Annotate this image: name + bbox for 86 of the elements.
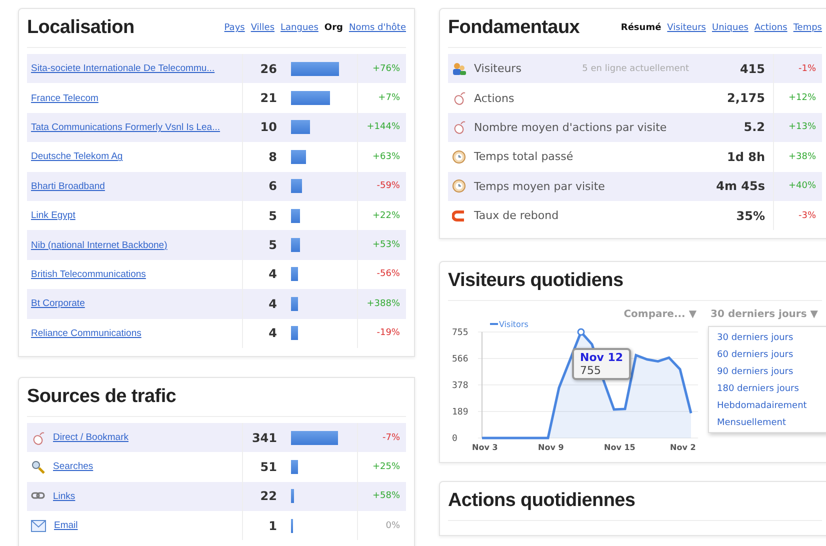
menu-item[interactable]: 30 derniers jours [717,333,826,344]
card-title: Visiteurs quotidiens [448,270,624,292]
source-link[interactable]: Searches [53,461,242,472]
organization-link[interactable]: France Telecom [31,92,242,104]
legend-label: Visitors [499,320,528,330]
tab[interactable]: Villes [250,23,275,33]
tab[interactable]: Actions [754,23,788,33]
change-percent: +22% [371,210,401,221]
axis-label: 0 [452,434,458,444]
clock-icon [452,150,466,164]
organization-link[interactable]: Reliance Communications [31,328,242,339]
metric-label: Nombre moyen d'actions par visite [474,120,668,134]
menu-item[interactable]: Mensuellement [717,418,826,428]
tab[interactable]: Visiteurs [667,23,706,33]
organization-link[interactable]: Sita-societe Internationale De Telecommu... [31,63,242,74]
axis-label: 755 [452,328,468,338]
metric-label: Taux de rebond [474,209,560,222]
source-link[interactable]: Email [54,520,242,532]
search-icon [31,460,45,474]
change-percent: 0% [384,520,401,531]
card-title: Actions quotidiennes [448,490,636,512]
period-dropdown[interactable]: 30 derniers jours ▼ [710,309,818,320]
tab[interactable]: Noms d'hôte [348,23,406,33]
metric-value: 35% [705,200,774,230]
online-note: 5 en ligne actuellement [582,64,689,74]
tab[interactable]: Temps [793,23,822,33]
source-link[interactable]: Direct / Bookmark [53,432,242,444]
metric-label: Temps total passé [474,150,574,164]
visit-count: 4 [242,318,285,348]
metric-label: Visiteurs [474,62,522,76]
change-percent: -19% [376,328,401,338]
tab[interactable]: Pays [224,23,245,33]
axis-label: Nov 9 [538,443,564,452]
metric-label: Actions [474,92,516,105]
data-point [577,328,585,336]
change-percent: -7% [381,432,401,443]
organization-link[interactable]: Nib (national Internet Backbone) [31,240,242,251]
metric-label: Temps moyen par visite [474,180,606,193]
menu-item[interactable]: 180 derniers jours [717,384,826,394]
axis-label: 566 [452,354,468,365]
axis-label: Nov 3 [472,443,498,452]
change-percent: +38% [787,152,817,162]
change-percent: +63% [371,152,401,162]
change-percent: +388% [366,298,401,309]
organization-link[interactable]: Bharti Broadband [31,180,242,192]
tooltip-date: Nov 12 [580,351,624,364]
change-percent: -59% [376,181,401,192]
organization-link[interactable]: Link Egypt [31,210,242,222]
tab[interactable]: Uniques [712,23,748,33]
people-icon [452,62,466,76]
card-title: Sources de trafic [27,386,176,408]
source-link[interactable]: Links [53,490,242,502]
clock-icon [452,179,466,194]
axis-label: 378 [452,381,468,392]
tab[interactable]: Résumé [620,23,662,33]
menu-item[interactable]: 90 derniers jours [717,367,826,378]
change-percent: +144% [366,122,401,132]
change-percent: +7% [377,93,401,104]
organization-link[interactable]: Tata Communications Formerly Vsnl Is Lea... [31,122,242,133]
axis-label: Nov 2 [670,443,696,452]
change-percent: +53% [371,240,401,250]
change-percent: +25% [371,462,401,472]
tab[interactable]: Langues [280,23,318,33]
tooltip-value: 755 [580,364,602,378]
card-title: Fondamentaux [448,17,580,39]
organization-link[interactable]: British Telecommunications [31,268,242,280]
axis-label: 189 [452,408,468,418]
change-percent: +76% [371,64,401,74]
axis-label: Nov 15 [604,443,636,452]
organization-link[interactable]: Bt Corporate [31,298,242,310]
card-title: Localisation [27,17,134,39]
menu-item[interactable]: Hebdomadairement [717,401,826,412]
compare-dropdown[interactable]: Compare... ▼ [624,309,697,320]
change-percent: -56% [376,269,401,280]
change-percent: -3% [797,210,817,221]
visit-count: 1 [242,511,285,540]
change-percent: +58% [371,491,401,502]
envelope-icon [31,520,46,532]
change-percent: +12% [787,93,817,104]
tab[interactable]: Org [324,23,343,33]
change-percent: -1% [797,64,817,74]
change-percent: +40% [787,181,817,192]
change-percent: +13% [787,122,817,132]
legend: Visitors [490,320,528,330]
menu-item[interactable]: 60 derniers jours [717,350,826,360]
organization-link[interactable]: Deutsche Telekom Ag [31,151,242,162]
